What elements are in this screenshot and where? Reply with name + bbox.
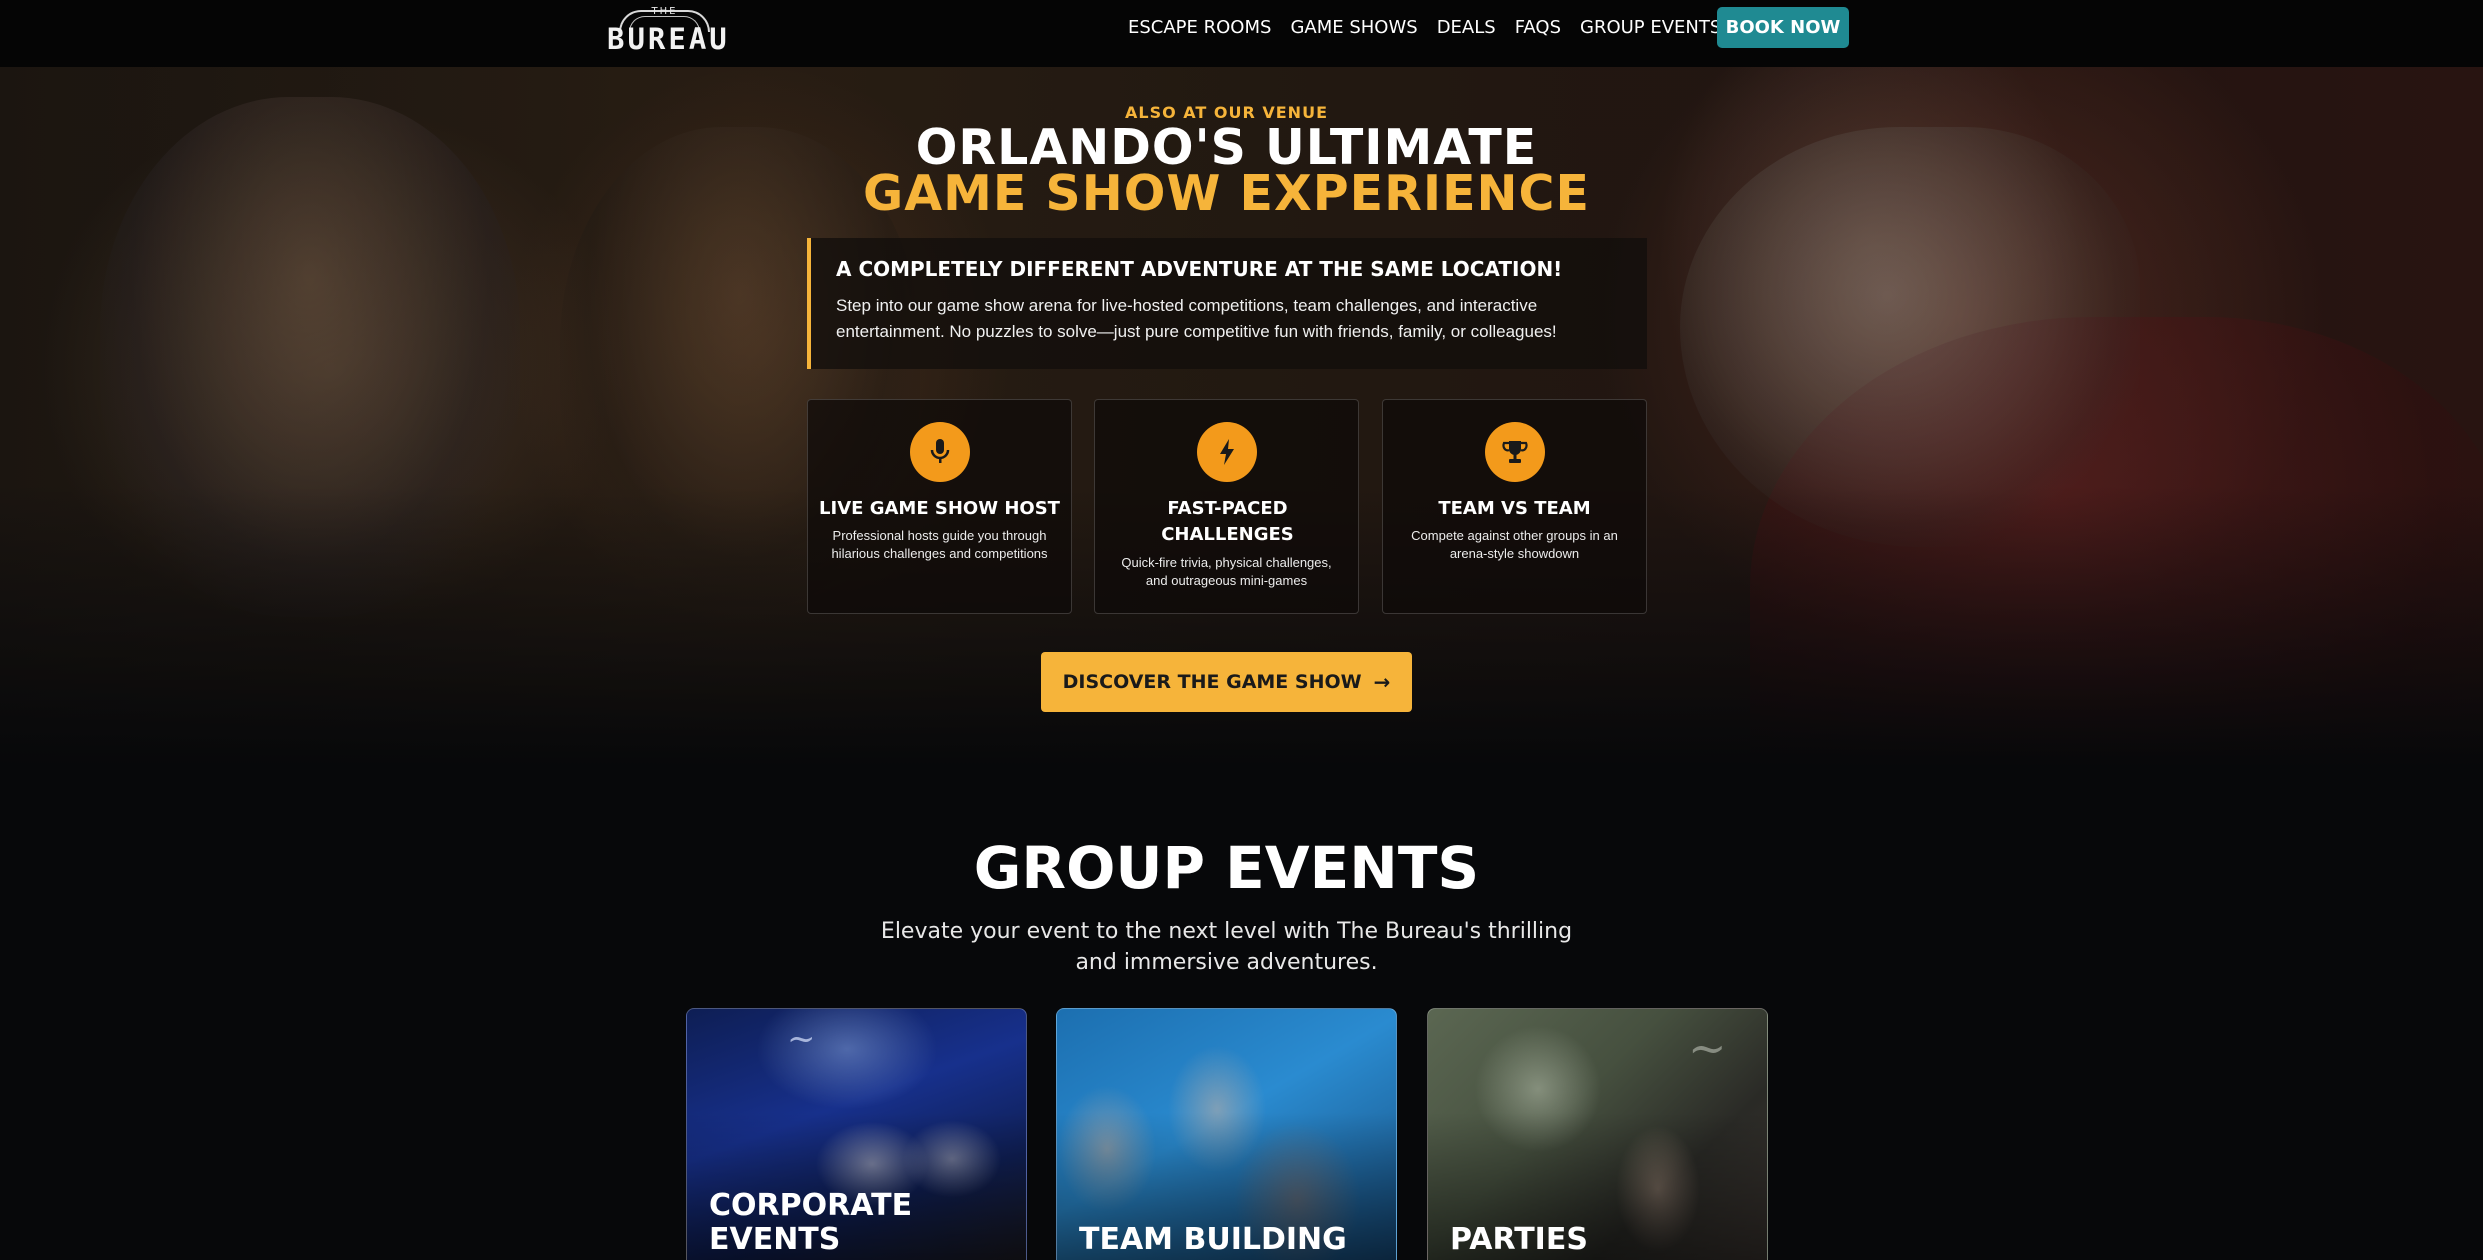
event-card-parties[interactable]: ~ PARTIES bbox=[1427, 1008, 1768, 1260]
nav-link-escape-rooms[interactable]: ESCAPE ROOMS bbox=[1128, 16, 1271, 40]
logo-wordmark: BUREAU bbox=[607, 22, 730, 56]
feature-card-challenges: FAST-PACED CHALLENGES Quick-fire trivia,… bbox=[1094, 399, 1359, 614]
intro-body: Step into our game show arena for live-h… bbox=[836, 296, 1557, 341]
intro-callout: A COMPLETELY DIFFERENT ADVENTURE AT THE … bbox=[807, 238, 1647, 369]
top-nav: THE BUREAU ESCAPE ROOMS GAME SHOWS DEALS… bbox=[0, 0, 2483, 67]
hero-title-line2: GAME SHOW EXPERIENCE bbox=[862, 165, 1590, 222]
nav-links: ESCAPE ROOMS GAME SHOWS DEALS FAQS GROUP… bbox=[1128, 16, 1740, 40]
game-show-hero: ALSO AT OUR VENUE ORLANDO'S ULTIMATE GAM… bbox=[0, 67, 2483, 767]
event-card-team-building[interactable]: TEAM BUILDING bbox=[1056, 1008, 1397, 1260]
event-card-label: TEAM BUILDING bbox=[1079, 1223, 1379, 1257]
feature-title: TEAM VS TEAM bbox=[1438, 498, 1591, 519]
feature-desc: Quick-fire trivia, physical challenges, … bbox=[1121, 555, 1332, 588]
discover-game-show-button[interactable]: DISCOVER THE GAME SHOW → bbox=[1041, 652, 1412, 712]
bureau-logo[interactable]: THE BUREAU bbox=[607, 4, 730, 56]
feature-title: LIVE GAME SHOW HOST bbox=[819, 498, 1060, 519]
microphone-icon bbox=[910, 422, 970, 482]
group-events-title: GROUP EVENTS bbox=[973, 834, 1480, 902]
feature-title: FAST-PACED CHALLENGES bbox=[1161, 498, 1294, 545]
event-card-label-line2: PARTIES bbox=[1450, 1222, 1588, 1257]
nav-link-deals[interactable]: DEALS bbox=[1437, 16, 1496, 40]
lightning-icon bbox=[1197, 422, 1257, 482]
event-card-label-line2: EVENTS bbox=[709, 1222, 841, 1257]
event-card-label: CORPORATE EVENTS bbox=[709, 1189, 1009, 1257]
event-card-label-line2: TEAM BUILDING bbox=[1079, 1222, 1347, 1257]
event-card-label-line1: CORPORATE bbox=[709, 1188, 913, 1223]
nav-link-game-shows[interactable]: GAME SHOWS bbox=[1290, 16, 1417, 40]
book-now-button[interactable]: BOOK NOW bbox=[1717, 7, 1849, 48]
intro-heading: A COMPLETELY DIFFERENT ADVENTURE AT THE … bbox=[836, 257, 1563, 281]
feature-desc: Compete against other groups in an arena… bbox=[1411, 528, 1618, 561]
feature-card-host: LIVE GAME SHOW HOST Professional hosts g… bbox=[807, 399, 1072, 614]
trophy-icon bbox=[1485, 422, 1545, 482]
feature-desc: Professional hosts guide you through hil… bbox=[831, 528, 1048, 561]
feature-card-team-vs-team: TEAM VS TEAM Compete against other group… bbox=[1382, 399, 1647, 614]
nav-link-group-events[interactable]: GROUP EVENTS bbox=[1580, 16, 1721, 40]
event-card-label: PARTIES bbox=[1450, 1223, 1750, 1257]
arrow-right-icon: → bbox=[1373, 670, 1391, 694]
logo-the: THE bbox=[651, 6, 678, 17]
discover-button-label: DISCOVER THE GAME SHOW bbox=[1062, 671, 1362, 693]
group-events-subtitle: Elevate your event to the next level wit… bbox=[880, 919, 1573, 975]
hero-title: ORLANDO'S ULTIMATE GAME SHOW EXPERIENCE bbox=[0, 123, 2453, 222]
event-card-corporate[interactable]: ~ CORPORATE EVENTS bbox=[686, 1008, 1027, 1260]
nav-link-faqs[interactable]: FAQS bbox=[1515, 16, 1561, 40]
